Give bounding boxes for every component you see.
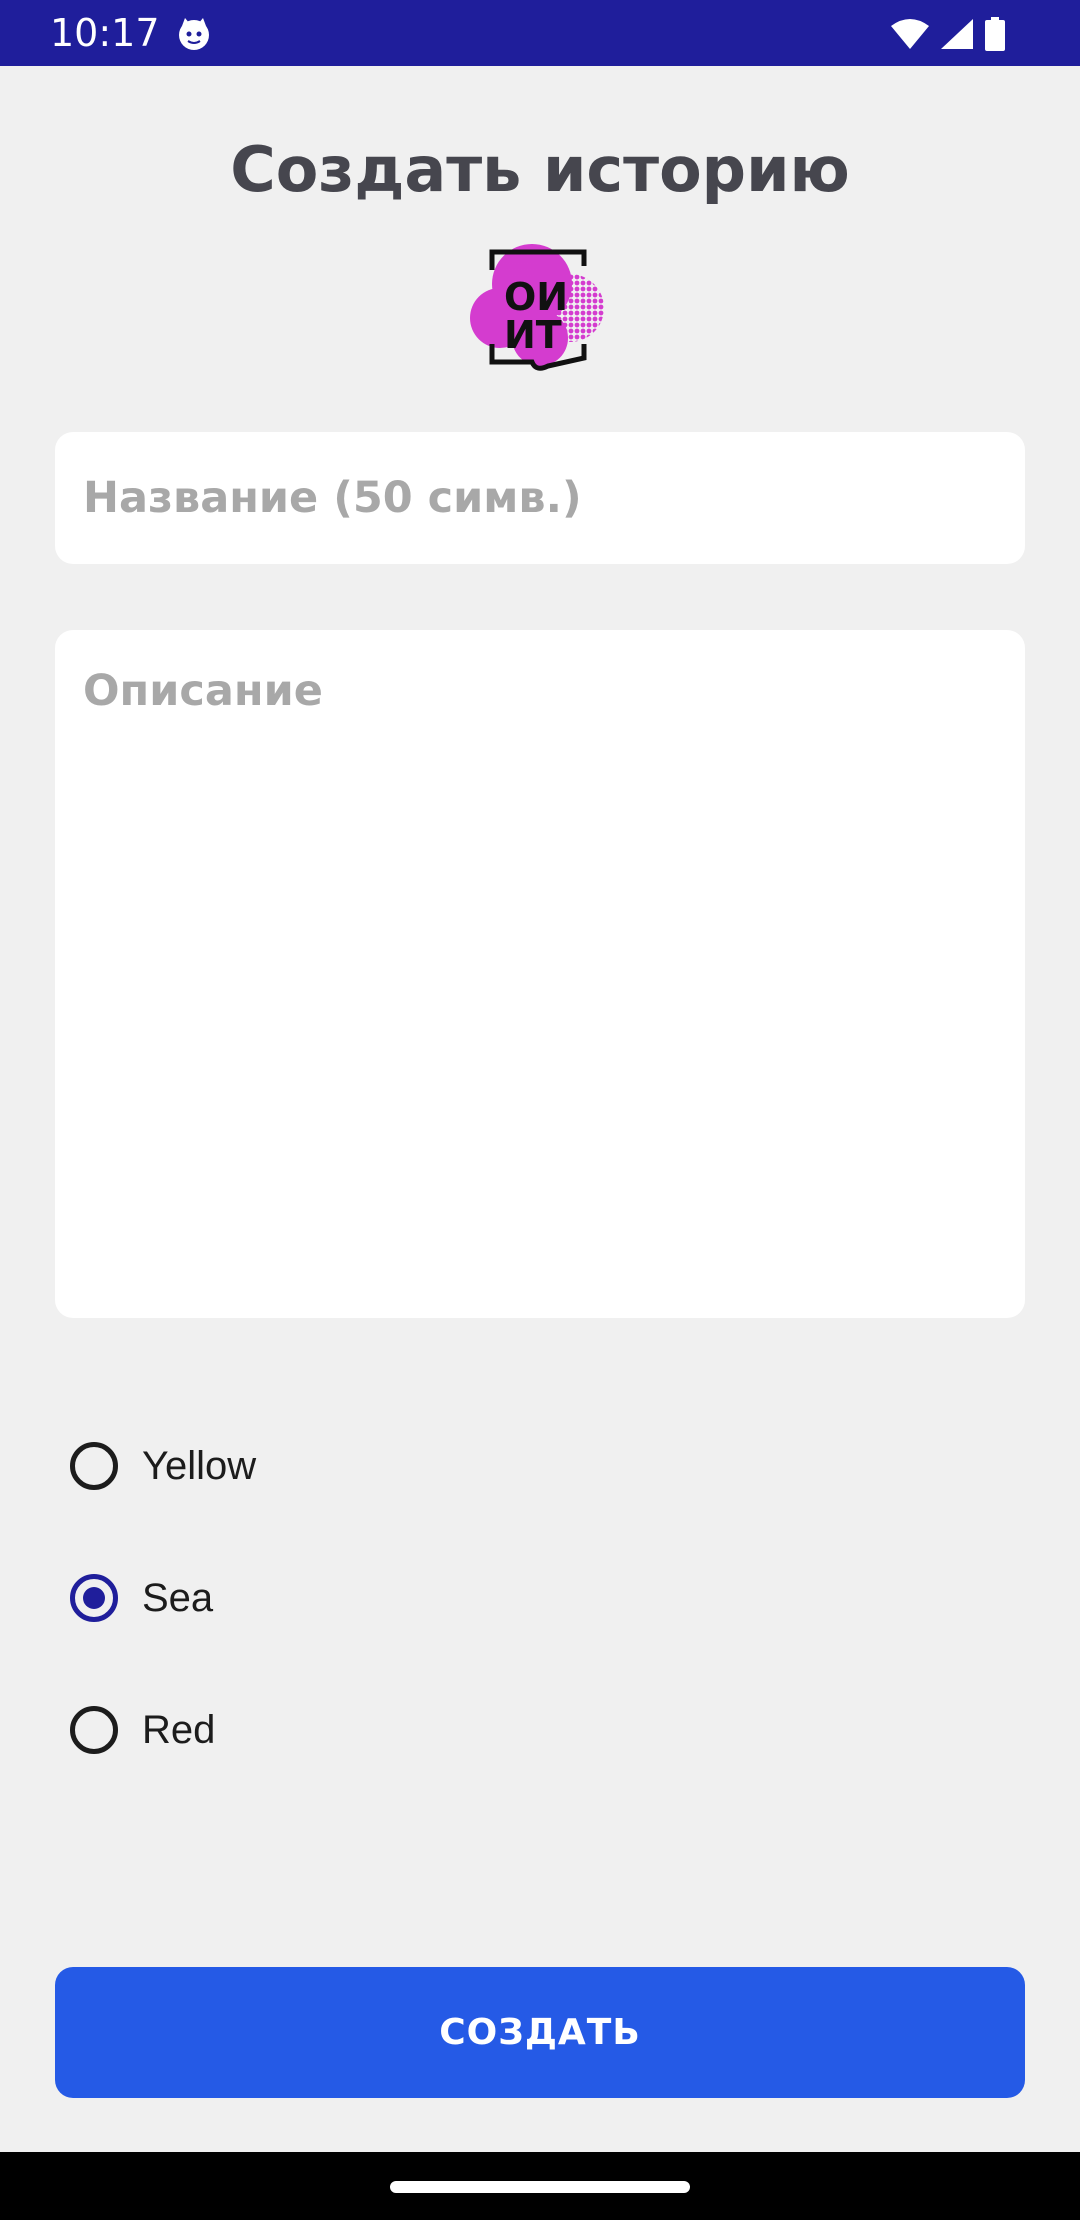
wifi-icon <box>890 18 930 50</box>
battery-icon <box>984 17 1006 51</box>
home-handle[interactable] <box>390 2181 690 2193</box>
cat-app-icon <box>176 16 212 52</box>
title-field[interactable] <box>55 432 1025 564</box>
description-input[interactable] <box>55 630 1025 1318</box>
page-title: Создать историю <box>230 133 850 206</box>
radio-button-icon[interactable] <box>70 1706 118 1754</box>
color-radio-group: Yellow Sea Red <box>70 1400 570 1796</box>
radio-label: Sea <box>142 1575 214 1620</box>
navigation-bar <box>0 2152 1080 2220</box>
status-time: 10:17 <box>50 11 160 55</box>
radio-option-red[interactable]: Red <box>70 1664 570 1796</box>
radio-option-yellow[interactable]: Yellow <box>70 1400 570 1532</box>
svg-text:ИТ: ИТ <box>504 313 562 357</box>
description-field[interactable] <box>55 630 1025 1318</box>
radio-button-selected-icon[interactable] <box>70 1574 118 1622</box>
radio-label: Red <box>142 1707 216 1752</box>
radio-label: Yellow <box>142 1443 257 1488</box>
title-input[interactable] <box>55 432 1025 564</box>
radio-button-icon[interactable] <box>70 1442 118 1490</box>
signal-icon <box>940 18 974 50</box>
oiit-logo-icon: ОИ ИТ <box>460 226 620 386</box>
radio-option-sea[interactable]: Sea <box>70 1532 570 1664</box>
create-button[interactable]: СОЗДАТЬ <box>55 1967 1025 2098</box>
status-bar: 10:17 <box>0 0 1080 66</box>
